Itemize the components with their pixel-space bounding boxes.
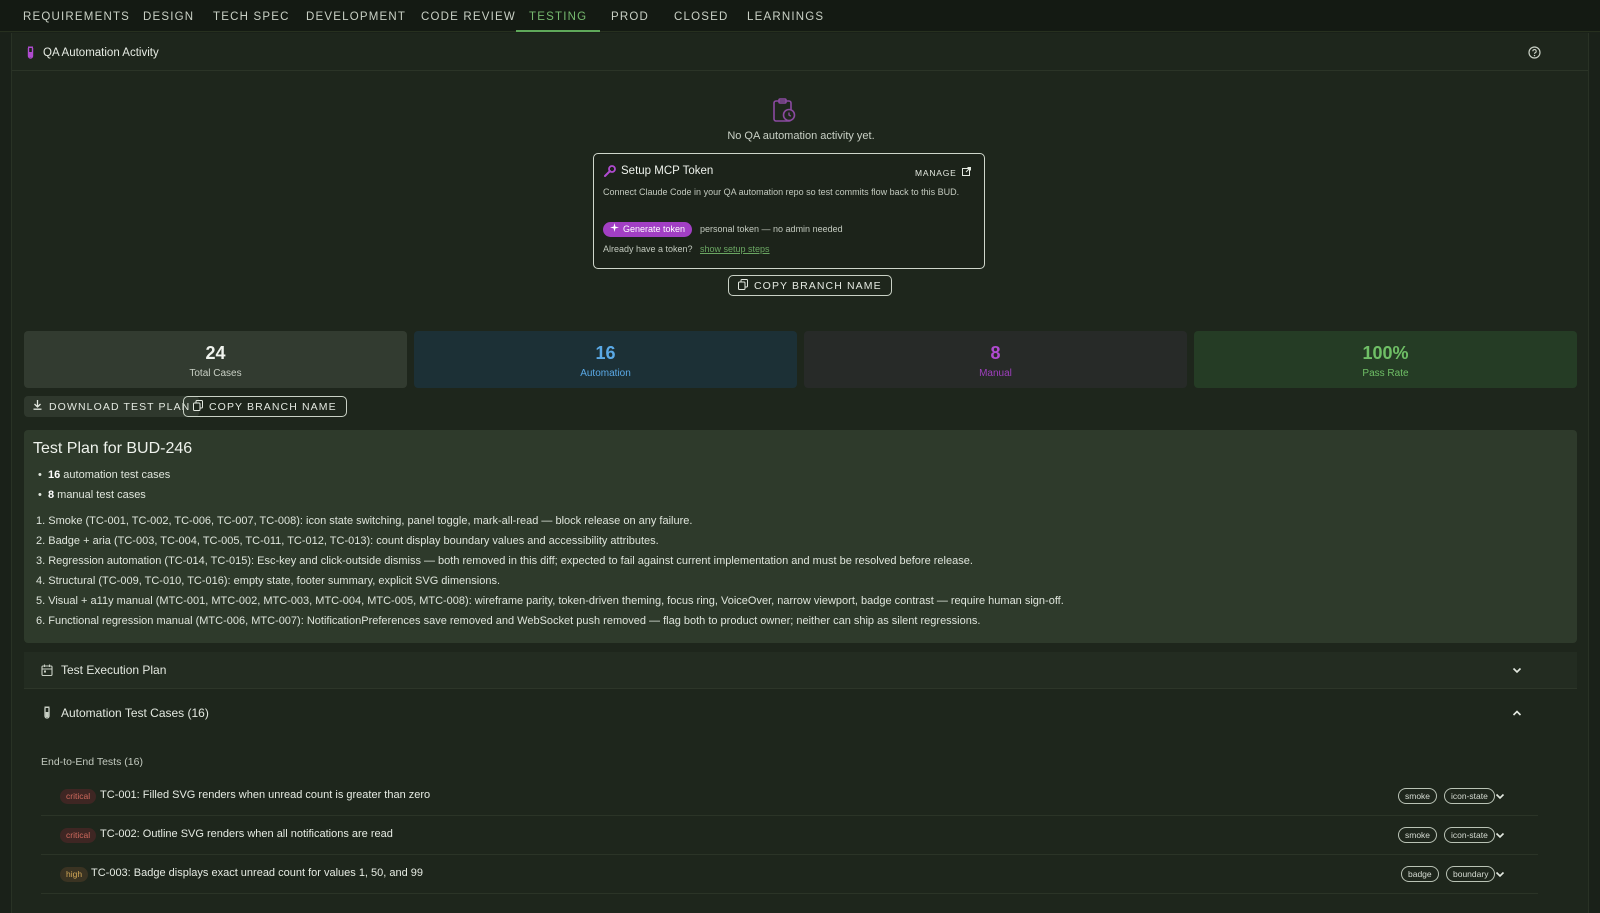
stat-automation: 16 Automation [414,331,797,388]
chevron-down-icon[interactable] [1494,790,1506,802]
test-tube-icon [43,706,51,722]
plan-item: 6. Functional regression manual (MTC-006… [36,615,981,627]
e2e-group-title: End-to-End Tests (16) [41,756,143,768]
chevron-down-icon[interactable] [1511,664,1523,679]
testing-panel: QA Automation Activity No QA automation … [11,33,1589,913]
stat-manual-label: Manual [979,368,1012,379]
chevron-down-icon[interactable] [1494,868,1506,880]
download-icon [33,400,42,413]
plan-item: 4. Structural (TC-009, TC-010, TC-016): … [36,575,500,587]
test-plan-title: Test Plan for BUD-246 [33,440,193,457]
qa-activity-title: QA Automation Activity [43,47,159,59]
tab-learnings[interactable]: LEARNINGS [747,0,824,32]
clipboard-clock-icon [772,97,796,126]
tag-badge: boundary [1446,866,1496,882]
tab-tech-spec[interactable]: TECH SPEC [213,0,290,32]
stat-automation-value: 16 [595,343,616,363]
tag-badge: badge [1401,866,1439,882]
tab-development[interactable]: DEVELOPMENT [306,0,406,32]
plan-item: 5. Visual + a11y manual (MTC-001, MTC-00… [36,595,1064,607]
already-have-token: Already have a token? [603,244,693,254]
automation-test-cases-section[interactable]: Automation Test Cases (16) [24,695,1577,732]
plan-bullet-automation-count: 16 [47,469,61,481]
plan-bullet-manual: • 8 manual test cases [38,489,146,501]
external-link-icon [961,167,971,178]
copy-branch-name-button[interactable]: COPY BRANCH NAME [728,275,892,296]
test-execution-plan-title: Test Execution Plan [61,663,167,677]
download-test-plan-label: DOWNLOAD TEST PLAN [49,400,191,413]
stage-tabs: REQUIREMENTS DESIGN TECH SPEC DEVELOPMEN… [0,0,1600,32]
test-case-title: TC-001: Filled SVG renders when unread c… [100,789,431,801]
automation-test-cases-title: Automation Test Cases (16) [61,706,209,720]
test-tube-icon [26,46,35,62]
test-case-title: TC-003: Badge displays exact unread coun… [91,867,424,879]
priority-badge: critical [60,789,97,804]
test-case-row[interactable]: critical TC-002: Outline SVG renders whe… [41,817,1538,855]
calendar-icon [41,664,53,679]
mcp-title: Setup MCP Token [621,165,714,177]
tab-design[interactable]: DESIGN [143,0,194,32]
test-execution-plan-section[interactable]: Test Execution Plan [24,652,1577,689]
qa-activity-header: QA Automation Activity [12,33,1588,71]
priority-badge: critical [60,828,97,843]
show-setup-steps-link[interactable]: show setup steps [700,244,770,254]
test-plan-summary: Test Plan for BUD-246 • 16 automation te… [24,430,1577,643]
tag-badge: smoke [1398,788,1438,804]
plan-bullet-automation: • 16 automation test cases [38,469,171,481]
priority-badge: high [60,867,89,882]
chevron-down-icon[interactable] [1494,829,1506,841]
manage-label: MANAGE [915,167,957,178]
plan-bullet-manual-text: manual test cases [57,489,146,501]
empty-state-message: No QA automation activity yet. [727,130,875,142]
plan-item: 3. Regression automation (TC-014, TC-015… [36,555,973,567]
copy-icon [193,399,203,414]
token-note: personal token — no admin needed [700,224,843,234]
wrench-icon [604,165,616,180]
plan-bullet-automation-text: automation test cases [63,469,171,481]
copy-branch-label: COPY BRANCH NAME [754,279,882,292]
generate-token-button[interactable]: Generate token [603,222,693,237]
download-test-plan-button[interactable]: DOWNLOAD TEST PLAN [24,396,200,417]
tab-code-review[interactable]: CODE REVIEW [421,0,516,32]
stat-total-cases: 24 Total Cases [24,331,407,388]
stat-manual-value: 8 [990,343,1001,363]
stat-automation-label: Automation [580,368,631,379]
tag-badge: smoke [1398,827,1438,843]
test-case-row[interactable]: critical TC-001: Filled SVG renders when… [41,778,1538,816]
tab-testing[interactable]: TESTING [516,0,601,32]
plan-bullet-manual-count: 8 [47,489,55,501]
copy-branch-name-button-secondary[interactable]: COPY BRANCH NAME [183,396,347,417]
test-case-title: TC-002: Outline SVG renders when all not… [100,828,393,840]
tag-badge: icon-state [1444,788,1495,804]
mcp-description: Connect Claude Code in your QA automatio… [603,187,960,197]
manage-link[interactable]: MANAGE [915,167,971,178]
stat-pass-rate-label: Pass Rate [1362,368,1409,379]
setup-mcp-card: Setup MCP Token MANAGE Connect Claude Co… [593,153,985,269]
sparkle-icon [610,222,619,237]
stat-total-label: Total Cases [189,368,242,379]
tag-badge: icon-state [1444,827,1495,843]
test-case-row[interactable]: high TC-003: Badge displays exact unread… [41,856,1538,894]
tab-requirements[interactable]: REQUIREMENTS [23,0,130,32]
stat-pass-rate-value: 100% [1362,343,1409,363]
tab-prod[interactable]: PROD [611,0,649,32]
generate-token-label: Generate token [623,224,686,234]
help-circle-icon[interactable] [1528,46,1541,62]
tab-closed[interactable]: CLOSED [674,0,729,32]
chevron-up-icon[interactable] [1511,707,1523,722]
plan-item: 1. Smoke (TC-001, TC-002, TC-006, TC-007… [36,515,693,527]
stat-total-value: 24 [205,343,226,363]
copy-branch-label-secondary: COPY BRANCH NAME [209,400,337,413]
stat-manual: 8 Manual [804,331,1187,388]
plan-item: 2. Badge + aria (TC-003, TC-004, TC-005,… [36,535,659,547]
copy-icon [738,278,748,293]
stat-pass-rate: 100% Pass Rate [1194,331,1577,388]
